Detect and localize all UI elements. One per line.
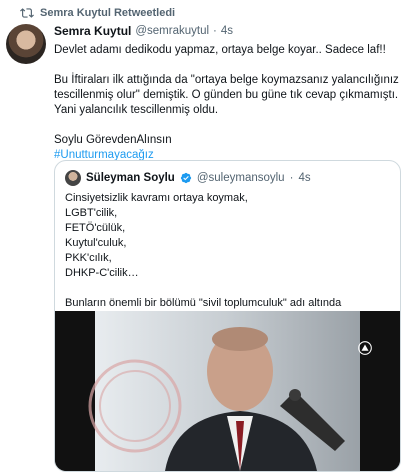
retweet-indicator[interactable]: Semra Kuytul Retweetledi	[20, 6, 175, 20]
retweet-label[interactable]: Semra Kuytul Retweetledi	[40, 7, 175, 19]
verified-badge-icon	[180, 172, 191, 184]
quoted-line: Cinsiyetsizlik kavramı ortaya koymak,	[65, 192, 248, 204]
author-name[interactable]: Semra Kuytul	[54, 24, 131, 39]
quoted-line: DHKP-C'cilik…	[65, 267, 139, 279]
tweet-paragraph: Devlet adamı dedikodu yapmaz, ortaya bel…	[54, 44, 386, 56]
tweet-paragraph: Bu İftiraları ilk attığında da "ortaya b…	[54, 74, 399, 116]
quoted-line: FETÖ'cülük,	[65, 222, 126, 234]
news-agency-logo-icon	[358, 341, 372, 355]
retweet-icon	[20, 8, 34, 18]
tweet-time[interactable]: 4s	[221, 24, 233, 39]
tweet-header: Semra Kuytul @semrakuytul · 4s	[54, 24, 409, 39]
quoted-tweet-header: Süleyman Soylu @suleymansoylu · 4s	[65, 170, 311, 186]
tweet[interactable]: Semra Kuytul @semrakuytul · 4s Devlet ad…	[54, 24, 409, 163]
quoted-tweet[interactable]: Süleyman Soylu @suleymansoylu · 4s Cinsi…	[54, 160, 401, 472]
quoted-line: Kuytul'culuk,	[65, 237, 127, 249]
quoted-author-handle: @suleymansoylu	[196, 172, 285, 184]
speaker-video-frame	[55, 311, 400, 471]
quoted-author-name: Süleyman Soylu	[86, 172, 175, 184]
separator-dot: ·	[289, 172, 294, 184]
quoted-line: PKK'cılık,	[65, 252, 112, 264]
quoted-tweet-text: Cinsiyetsizlik kavramı ortaya koymak, LG…	[65, 191, 390, 326]
tweet-paragraph: Soylu GörevdenAlınsın	[54, 134, 172, 146]
quoted-line: LGBT'cilik,	[65, 207, 118, 219]
author-avatar[interactable]	[6, 24, 46, 64]
author-handle[interactable]: @semrakuytul	[135, 24, 209, 39]
quoted-author-avatar	[65, 170, 81, 186]
quoted-tweet-time: 4s	[298, 172, 311, 184]
separator-dot: ·	[213, 25, 217, 37]
video-thumbnail[interactable]	[55, 311, 400, 471]
tweet-text: Devlet adamı dedikodu yapmaz, ortaya bel…	[54, 43, 409, 163]
